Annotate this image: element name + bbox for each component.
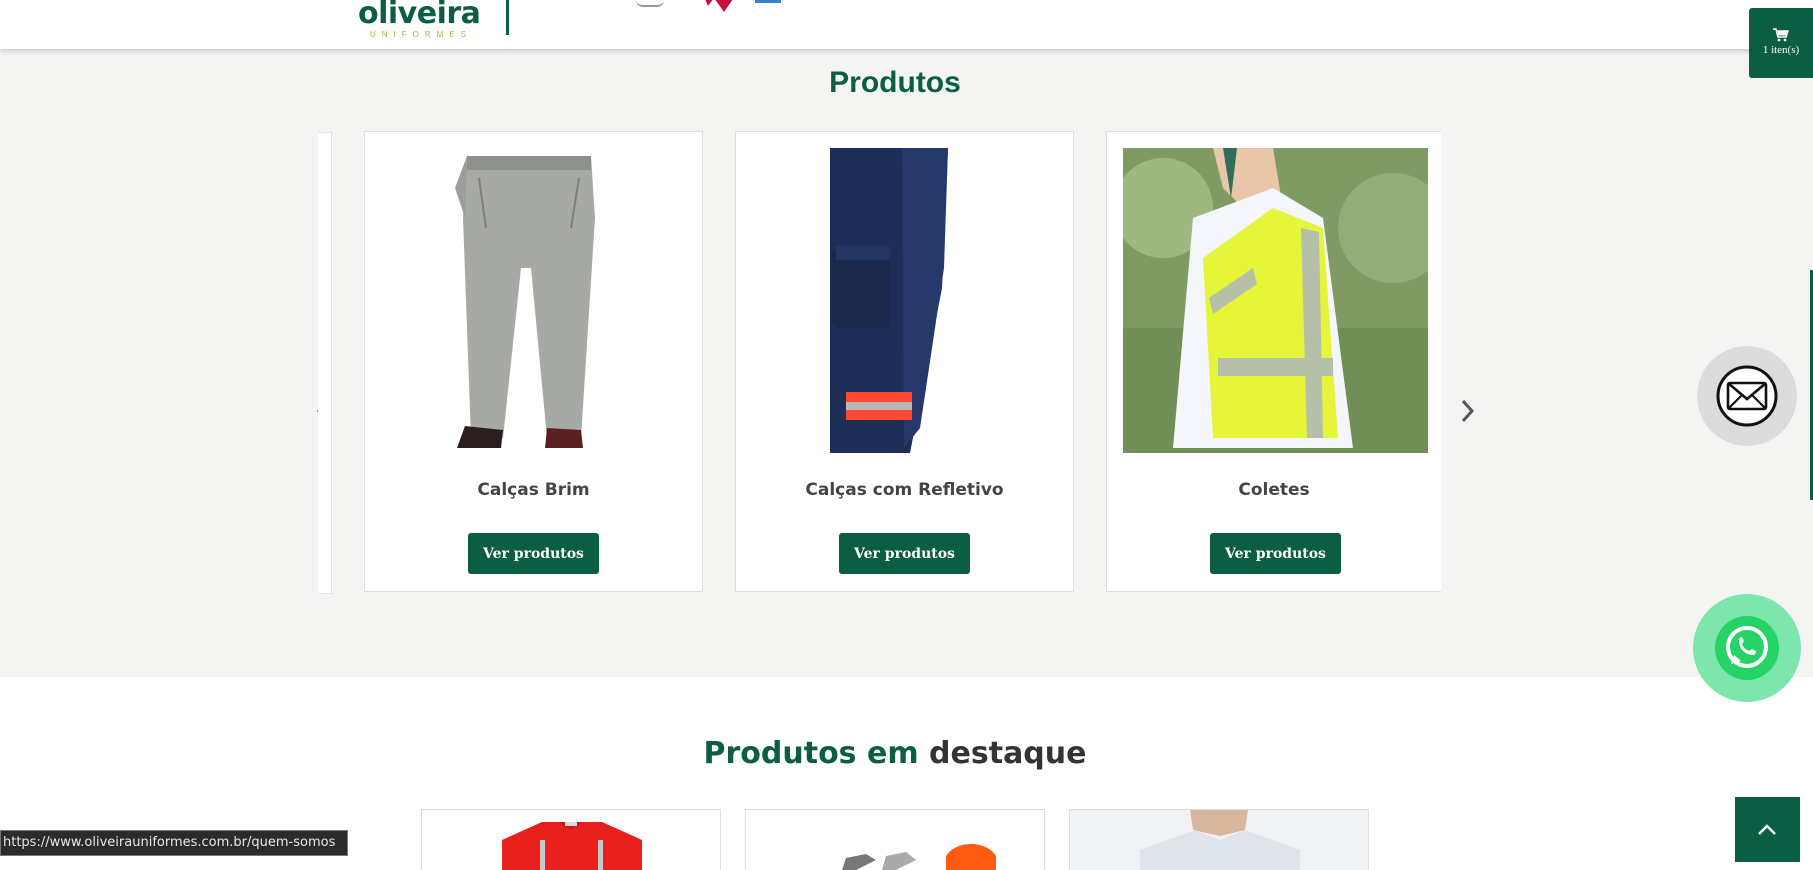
partner-logo-grey	[636, 0, 664, 7]
logo-subtitle: UNIFORMES	[370, 30, 472, 39]
mail-icon	[1716, 365, 1778, 427]
featured-title-accent: Produtos em	[703, 736, 919, 771]
product-name: Calças Brim	[477, 480, 590, 500]
view-products-button[interactable]: Ver produtos	[468, 533, 599, 574]
product-image-navy-pants	[752, 148, 1057, 453]
partner-logo-blue	[755, 0, 781, 3]
chevron-up-icon	[1758, 824, 1776, 835]
featured-title-rest: destaque	[929, 736, 1087, 771]
mail-button[interactable]	[1697, 346, 1797, 446]
logo-text: oliveira	[358, 0, 481, 31]
featured-image-safety-items	[842, 844, 996, 870]
product-name: Calças com Refletivo	[805, 480, 1004, 500]
products-section: Produtos Calças Brim Ver produtos Calças…	[0, 49, 1813, 677]
chevron-right-icon[interactable]	[1455, 393, 1479, 429]
view-products-button[interactable]: Ver produtos	[1210, 533, 1341, 574]
header-divider	[506, 0, 509, 35]
product-card[interactable]: Calças Brim Ver produtos	[364, 131, 703, 592]
whatsapp-button[interactable]	[1693, 594, 1801, 702]
featured-image-white-shirt	[1070, 810, 1368, 870]
product-image-grey-pants	[381, 148, 686, 453]
whatsapp-icon	[1726, 626, 1768, 668]
featured-product-card[interactable]	[421, 809, 721, 870]
partner-logo-star	[705, 0, 733, 12]
site-header: oliveira UNIFORMES	[0, 0, 1813, 49]
featured-image-red-jacket	[502, 822, 642, 870]
view-products-button[interactable]: Ver produtos	[839, 533, 970, 574]
product-name: Coletes	[1238, 480, 1310, 500]
product-card[interactable]: Coletes Ver produtos	[1106, 131, 1441, 592]
cart-count-label: 1 iten(s)	[1762, 44, 1800, 56]
products-title: Produtos	[829, 66, 961, 99]
product-card[interactable]: Calças com Refletivo Ver produtos	[735, 131, 1074, 592]
site-logo[interactable]: oliveira UNIFORMES	[358, 0, 481, 40]
cart-button[interactable]: 1 iten(s)	[1749, 8, 1813, 78]
status-bar-url: https://www.oliveirauniformes.com.br/que…	[0, 830, 349, 856]
whatsapp-badge	[1715, 616, 1779, 680]
cart-icon	[1773, 28, 1789, 42]
back-to-top-button[interactable]	[1735, 797, 1800, 862]
product-card-partial	[318, 132, 332, 594]
featured-product-card[interactable]	[1069, 809, 1369, 870]
featured-product-card[interactable]	[745, 809, 1045, 870]
product-image-reflective-vest	[1123, 148, 1428, 453]
featured-title: Produtos em destaque	[0, 736, 1790, 771]
